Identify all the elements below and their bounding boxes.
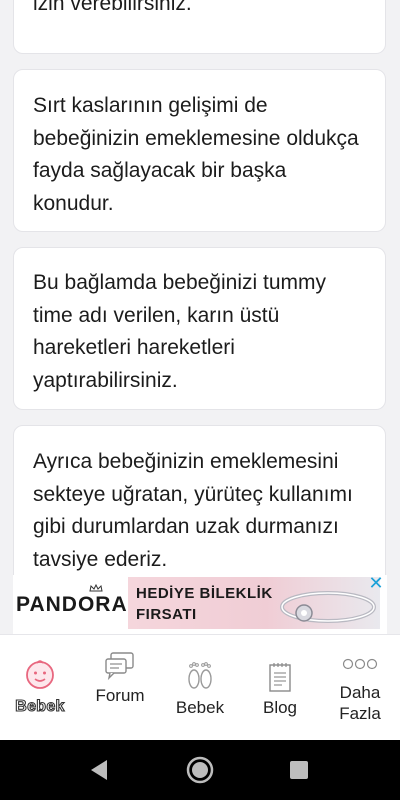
tab-bebek-active[interactable]: Bebek — [10, 657, 70, 716]
chat-bubbles-icon — [105, 652, 134, 681]
recents-icon[interactable] — [289, 760, 309, 780]
home-icon[interactable] — [185, 755, 215, 785]
bracelet-icon — [280, 591, 376, 623]
footprints-icon — [188, 662, 212, 689]
crown-icon — [89, 584, 103, 592]
baby-face-icon — [26, 660, 54, 689]
paragraph-card: Bu bağlamda bebeğinizi tummy time adı ve… — [13, 247, 386, 410]
tab-label: Daha Fazla — [339, 683, 381, 723]
ad-brand-logo: PANDORA — [16, 593, 128, 616]
close-icon[interactable]: ✕ — [368, 575, 384, 592]
ad-promo-image[interactable]: HEDİYE BİLEKLİK FIRSATI — [128, 577, 380, 629]
paragraph-text: izin verebilirsiniz. — [33, 0, 192, 15]
article-scroll[interactable]: izin verebilirsiniz. Sırt kaslarının gel… — [0, 0, 400, 575]
tab-label: Bebek — [15, 697, 65, 715]
tab-label: Bebek — [175, 698, 225, 717]
paragraph-card: Ayrıca bebeğinizin emeklemesini sekteye … — [13, 425, 386, 575]
paragraph-text: Ayrıca bebeğinizin emeklemesini sekteye … — [33, 450, 353, 571]
tab-label: Blog — [262, 698, 298, 717]
tab-blog[interactable]: Blog — [252, 661, 308, 718]
tab-bebek[interactable]: Bebek — [170, 657, 230, 718]
more-dots-icon — [342, 658, 378, 670]
back-icon[interactable] — [88, 758, 110, 782]
paragraph-card: Sırt kaslarının gelişimi de bebeğinizin … — [13, 69, 386, 232]
notepad-icon — [269, 663, 291, 692]
ad-banner[interactable]: PANDORA HEDİYE BİLEKLİK FIRSATI ✕ — [13, 575, 387, 634]
bottom-tab-bar: Bebek Forum Bebek Blog Daha Fazla — [0, 634, 400, 741]
paragraph-text: Sırt kaslarının gelişimi de bebeğinizin … — [33, 94, 359, 215]
tab-more[interactable]: Daha Fazla — [328, 655, 392, 724]
paragraph-text: Bu bağlamda bebeğinizi tummy time adı ve… — [33, 271, 326, 392]
tab-label: Forum — [95, 686, 145, 705]
tab-forum[interactable]: Forum — [88, 651, 152, 706]
system-navigation-bar — [0, 740, 400, 800]
paragraph-card: izin verebilirsiniz. — [13, 0, 386, 54]
ad-headline: HEDİYE BİLEKLİK FIRSATI — [136, 585, 273, 623]
